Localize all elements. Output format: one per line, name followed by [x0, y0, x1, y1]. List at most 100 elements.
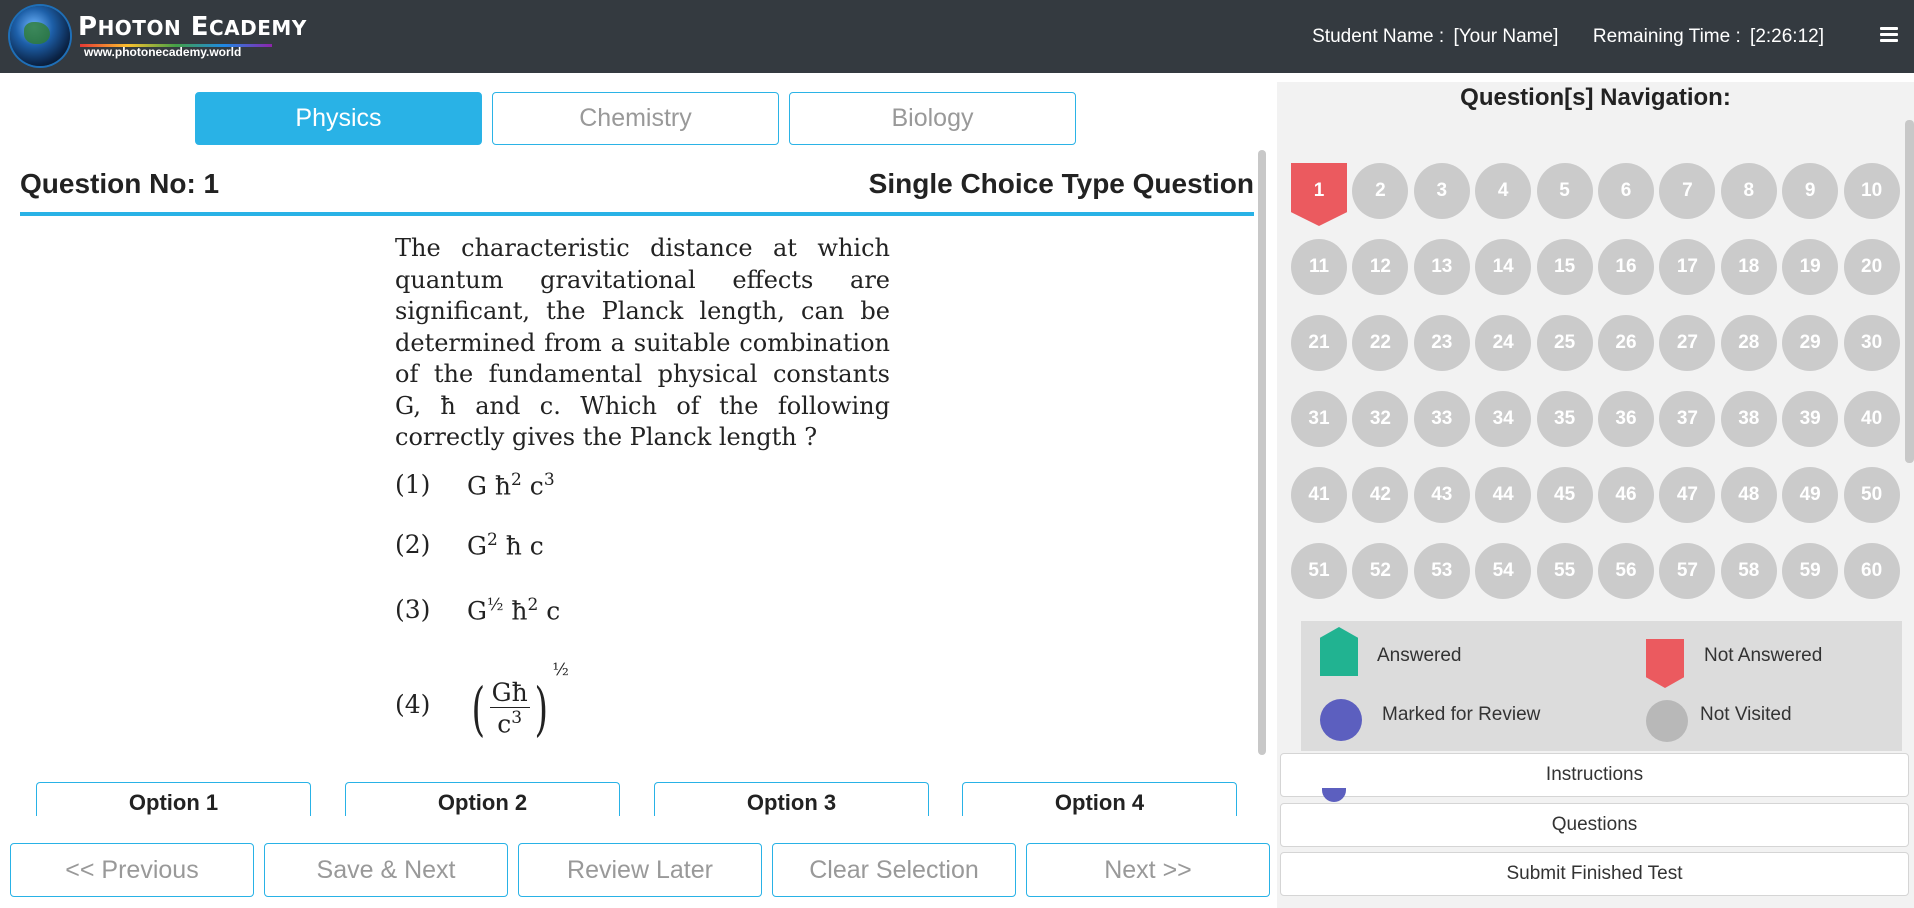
question-nav-3[interactable]: 3	[1413, 163, 1470, 219]
question-nav-2[interactable]: 2	[1352, 163, 1409, 219]
answered-legend-label: Answered	[1377, 645, 1462, 666]
question-nav-60[interactable]: 60	[1843, 543, 1900, 599]
question-nav-17[interactable]: 17	[1659, 239, 1716, 295]
question-scrollbar[interactable]	[1258, 150, 1266, 755]
question-nav-29[interactable]: 29	[1782, 315, 1839, 371]
question-nav-43[interactable]: 43	[1413, 467, 1470, 523]
question-nav-13[interactable]: 13	[1413, 239, 1470, 295]
question-nav-24[interactable]: 24	[1475, 315, 1532, 371]
question-nav-41[interactable]: 41	[1291, 467, 1347, 523]
student-name-value: [Your Name]	[1453, 26, 1559, 47]
question-nav-32[interactable]: 32	[1352, 391, 1409, 447]
question-nav-57[interactable]: 57	[1659, 543, 1716, 599]
top-bar: PHOTON ECADEMY www.photonecademy.world S…	[0, 0, 1914, 73]
answer-option-1-button[interactable]: Option 1	[36, 782, 311, 816]
question-nav-4[interactable]: 4	[1475, 163, 1532, 219]
hamburger-menu-icon[interactable]	[1880, 27, 1898, 43]
question-nav-42[interactable]: 42	[1352, 467, 1409, 523]
not-visited-legend-label: Not Visited	[1700, 704, 1792, 725]
question-nav-55[interactable]: 55	[1536, 543, 1593, 599]
remaining-time-label: Remaining Time :	[1592, 26, 1741, 47]
question-nav-5[interactable]: 5	[1536, 163, 1593, 219]
question-nav-50[interactable]: 50	[1843, 467, 1900, 523]
question-nav-22[interactable]: 22	[1352, 315, 1409, 371]
question-nav-48[interactable]: 48	[1720, 467, 1777, 523]
instructions-button[interactable]: Instructions	[1280, 753, 1909, 797]
clear-selection-button[interactable]: Clear Selection	[772, 843, 1016, 897]
question-nav-7[interactable]: 7	[1659, 163, 1716, 219]
question-nav-58[interactable]: 58	[1720, 543, 1777, 599]
question-nav-18[interactable]: 18	[1720, 239, 1777, 295]
question-nav-8[interactable]: 8	[1720, 163, 1777, 219]
question-nav-52[interactable]: 52	[1352, 543, 1409, 599]
question-nav-56[interactable]: 56	[1598, 543, 1654, 599]
question-nav-38[interactable]: 38	[1720, 391, 1777, 447]
question-nav-51[interactable]: 51	[1291, 543, 1347, 599]
remaining-time-value: [2:26:12]	[1750, 26, 1824, 47]
answer-option-4-button[interactable]: Option 4	[962, 782, 1237, 816]
option-2-expression: G2 ħ c	[467, 530, 544, 561]
answer-option-3-button[interactable]: Option 3	[654, 782, 929, 816]
header-info: Student Name : [Your Name] Remaining Tim…	[1308, 26, 1824, 48]
option-3-expression: G½ ħ2 c	[467, 595, 561, 626]
question-nav-10[interactable]: 10	[1843, 163, 1900, 219]
question-nav-54[interactable]: 54	[1475, 543, 1532, 599]
question-nav-37[interactable]: 37	[1659, 391, 1716, 447]
submit-test-button[interactable]: Submit Finished Test	[1280, 852, 1909, 896]
option-4-expression: (Għ c3)½	[471, 660, 569, 743]
question-nav-30[interactable]: 30	[1843, 315, 1900, 371]
question-nav-40[interactable]: 40	[1843, 391, 1900, 447]
question-nav-11[interactable]: 11	[1291, 239, 1347, 295]
question-nav-53[interactable]: 53	[1413, 543, 1470, 599]
question-nav-20[interactable]: 20	[1843, 239, 1900, 295]
save-next-button[interactable]: Save & Next	[264, 843, 508, 897]
question-number: Question No: 1	[20, 168, 220, 199]
question-nav-9[interactable]: 9	[1782, 163, 1839, 219]
navigation-scrollbar[interactable]	[1905, 120, 1914, 463]
option-4-number: (4)	[395, 690, 431, 719]
question-nav-12[interactable]: 12	[1352, 239, 1409, 295]
option-3-number: (3)	[395, 595, 431, 624]
question-nav-46[interactable]: 46	[1598, 467, 1654, 523]
next-button[interactable]: Next >>	[1026, 843, 1270, 897]
tab-physics[interactable]: Physics	[195, 92, 482, 145]
question-nav-26[interactable]: 26	[1598, 315, 1654, 371]
status-legend: Answered Not Answered Marked for Review …	[1301, 621, 1902, 751]
question-nav-39[interactable]: 39	[1782, 391, 1839, 447]
brand-logo-text: PHOTON ECADEMY	[78, 12, 307, 42]
question-nav-59[interactable]: 59	[1782, 543, 1839, 599]
question-text: The characteristic distance at which qua…	[395, 234, 890, 451]
question-nav-33[interactable]: 33	[1413, 391, 1470, 447]
question-body: The characteristic distance at which qua…	[395, 233, 890, 454]
question-nav-21[interactable]: 21	[1291, 315, 1347, 371]
tab-chemistry[interactable]: Chemistry	[492, 92, 779, 145]
question-nav-47[interactable]: 47	[1659, 467, 1716, 523]
question-nav-45[interactable]: 45	[1536, 467, 1593, 523]
question-nav-19[interactable]: 19	[1782, 239, 1839, 295]
question-nav-34[interactable]: 34	[1475, 391, 1532, 447]
question-nav-44[interactable]: 44	[1475, 467, 1532, 523]
option-1-number: (1)	[395, 470, 431, 499]
question-nav-49[interactable]: 49	[1782, 467, 1839, 523]
question-header: Question No: 1 Single Choice Type Questi…	[20, 160, 1254, 216]
question-nav-27[interactable]: 27	[1659, 315, 1716, 371]
answer-option-2-button[interactable]: Option 2	[345, 782, 620, 816]
previous-button[interactable]: << Previous	[10, 843, 254, 897]
question-nav-15[interactable]: 15	[1536, 239, 1593, 295]
option-1-expression: G ħ2 c3	[467, 470, 555, 501]
review-later-button[interactable]: Review Later	[518, 843, 762, 897]
question-nav-14[interactable]: 14	[1475, 239, 1532, 295]
questions-button[interactable]: Questions	[1280, 803, 1909, 847]
question-nav-23[interactable]: 23	[1413, 315, 1470, 371]
question-type: Single Choice Type Question	[868, 168, 1254, 199]
question-nav-35[interactable]: 35	[1536, 391, 1593, 447]
question-nav-16[interactable]: 16	[1598, 239, 1654, 295]
question-nav-31[interactable]: 31	[1291, 391, 1347, 447]
tab-biology[interactable]: Biology	[789, 92, 1076, 145]
question-nav-28[interactable]: 28	[1720, 315, 1777, 371]
question-nav-36[interactable]: 36	[1598, 391, 1654, 447]
question-nav-6[interactable]: 6	[1598, 163, 1654, 219]
option-4-text: (4) (Għ c3)½	[395, 660, 795, 743]
not-visited-legend-icon	[1646, 700, 1688, 742]
question-nav-25[interactable]: 25	[1536, 315, 1593, 371]
